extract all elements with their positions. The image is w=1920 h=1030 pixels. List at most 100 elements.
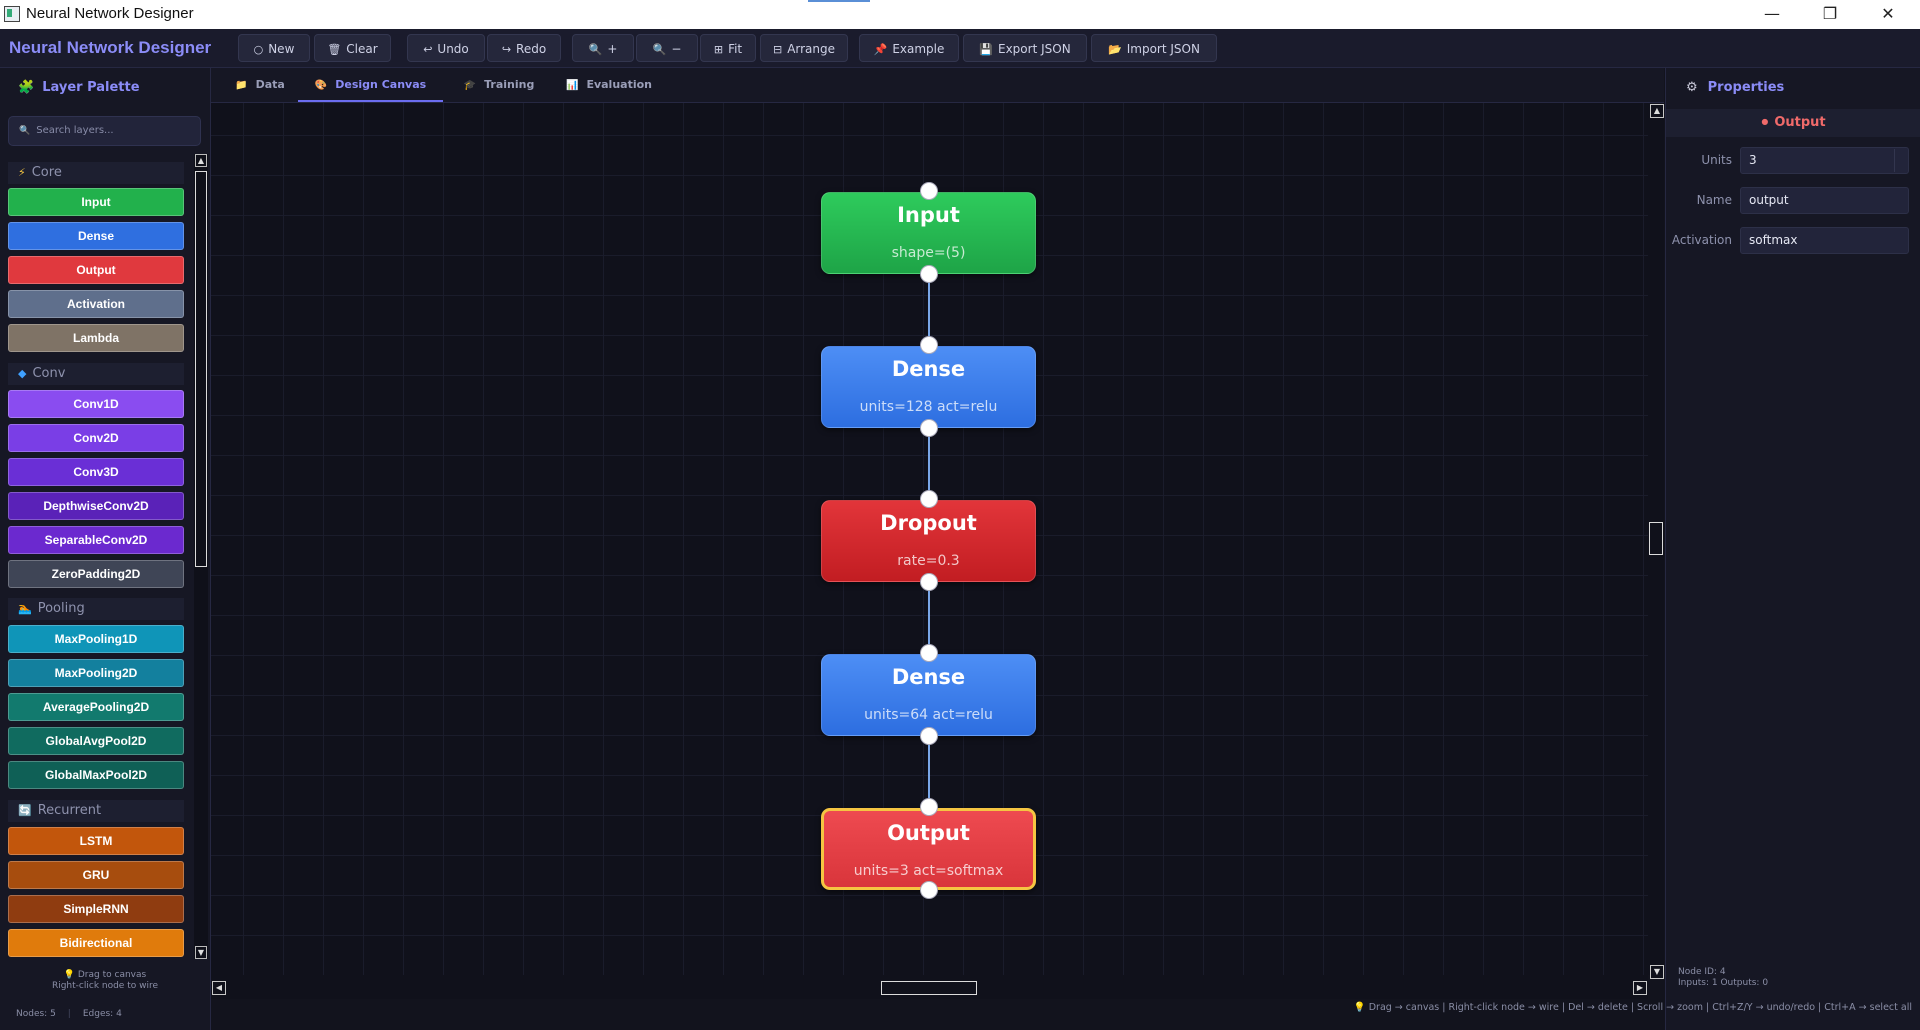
edge-dense-output[interactable] [928, 738, 930, 804]
close-button[interactable]: ✕ [1859, 0, 1917, 29]
example-button[interactable]: 📌 Example [859, 34, 959, 62]
edge-dense-dropout[interactable] [928, 430, 930, 496]
node-params: units=128 act=relu [859, 399, 998, 415]
node-params: shape=(5) [891, 245, 966, 261]
fit-icon: ⊞ [713, 43, 724, 56]
edge-dropout-dense[interactable] [928, 584, 930, 650]
tab-training[interactable]: 🎓 Training [455, 68, 543, 102]
input-port[interactable] [920, 798, 938, 816]
node-dense-1[interactable]: Dense units=128 act=relu [821, 346, 1036, 428]
layer-separableconv2d[interactable]: SeparableConv2D [8, 526, 184, 554]
node-dropout[interactable]: Dropout rate=0.3 [821, 500, 1036, 582]
layer-maxpooling1d[interactable]: MaxPooling1D [8, 625, 184, 653]
input-port[interactable] [920, 490, 938, 508]
node-id: Node ID: 4 [1678, 967, 1726, 977]
canvas-vscroll-thumb[interactable] [1649, 522, 1663, 555]
node-params: units=64 act=relu [864, 707, 993, 723]
bar-chart-icon: 📊 [565, 80, 579, 91]
layer-input[interactable]: Input [8, 188, 184, 216]
layer-conv2d[interactable]: Conv2D [8, 424, 184, 452]
status-text: Drag → canvas | Right-click node → wire … [1368, 1002, 1912, 1013]
node-info: Node ID: 4 Inputs: 1 Outputs: 0 [1678, 967, 1768, 989]
layer-globalmaxpool2d[interactable]: GlobalMaxPool2D [8, 761, 184, 789]
undo-button[interactable]: ↩ Undo [407, 34, 485, 62]
import-json-label: Import JSON [1126, 42, 1200, 56]
category-label: Core [31, 165, 62, 180]
category-pooling[interactable]: 🏊 Pooling [8, 598, 184, 620]
zoom-in-button[interactable]: 🔍 + [572, 34, 634, 62]
scroll-up-icon[interactable]: ▲ [195, 154, 207, 167]
node-input[interactable]: Input shape=(5) [821, 192, 1036, 274]
layer-lstm[interactable]: LSTM [8, 827, 184, 855]
undo-label: Undo [437, 42, 469, 56]
name-field[interactable]: output [1740, 187, 1909, 214]
category-label: Conv [32, 366, 66, 381]
layer-output[interactable]: Output [8, 256, 184, 284]
input-port[interactable] [920, 336, 938, 354]
new-button[interactable]: ○ New [238, 34, 310, 62]
node-dense-2[interactable]: Dense units=64 act=relu [821, 654, 1036, 736]
scroll-down-icon[interactable]: ▼ [195, 946, 207, 959]
category-core[interactable]: ⚡ Core [8, 162, 184, 184]
clear-button[interactable]: 🗑 Clear [314, 34, 391, 62]
arrange-button[interactable]: ⊟ Arrange [760, 34, 848, 62]
scroll-up-icon[interactable]: ▲ [1650, 104, 1664, 118]
layer-lambda[interactable]: Lambda [8, 324, 184, 352]
output-port[interactable] [920, 265, 938, 283]
layer-gru[interactable]: GRU [8, 861, 184, 889]
maximize-button[interactable]: ❐ [1801, 0, 1859, 29]
canvas-hscroll-thumb[interactable] [881, 981, 977, 995]
output-port[interactable] [920, 727, 938, 745]
titlebar-accent [808, 0, 870, 2]
spinner-icon[interactable] [1894, 149, 1907, 172]
palette-stats: Nodes: 5 | Edges: 4 [16, 1009, 122, 1019]
undo-icon: ↩ [423, 43, 433, 56]
export-json-button[interactable]: 💾 Export JSON [963, 34, 1087, 62]
layer-dense[interactable]: Dense [8, 222, 184, 250]
output-port[interactable] [920, 573, 938, 591]
output-port[interactable] [920, 419, 938, 437]
output-port[interactable] [920, 881, 938, 899]
layer-averagepooling2d[interactable]: AveragePooling2D [8, 693, 184, 721]
input-port[interactable] [920, 182, 938, 200]
swimmer-icon: 🏊 [18, 602, 32, 615]
layer-zeropadding2d[interactable]: ZeroPadding2D [8, 560, 184, 588]
redo-button[interactable]: ↪ Redo [487, 34, 561, 62]
scroll-right-icon[interactable]: ▶ [1633, 981, 1647, 995]
tab-evaluation[interactable]: 📊 Evaluation [559, 68, 659, 102]
scroll-down-icon[interactable]: ▼ [1650, 965, 1664, 979]
category-conv[interactable]: ◆ Conv [8, 363, 184, 385]
name-label: Name [1696, 193, 1732, 207]
layer-globalavgpool2d[interactable]: GlobalAvgPool2D [8, 727, 184, 755]
tab-design-canvas[interactable]: 🎨 Design Canvas [298, 68, 443, 102]
lightning-icon: ⚡ [18, 166, 26, 179]
zoom-out-button[interactable]: 🔍 − [636, 34, 698, 62]
search-input[interactable]: 🔍 Search layers... [8, 116, 201, 146]
palette-header: 🧩 Layer Palette [18, 80, 140, 95]
layer-bidirectional[interactable]: Bidirectional [8, 929, 184, 957]
layer-depthwiseconv2d[interactable]: DepthwiseConv2D [8, 492, 184, 520]
import-json-button[interactable]: 📂 Import JSON [1091, 34, 1217, 62]
palette-scroll-thumb[interactable] [195, 171, 207, 567]
selected-layer-name: Output [1774, 115, 1826, 130]
node-output[interactable]: Output units=3 act=softmax [821, 808, 1036, 890]
minimize-button[interactable]: — [1743, 0, 1801, 29]
input-port[interactable] [920, 644, 938, 662]
zoom-in-label: + [607, 42, 618, 56]
layer-maxpooling2d[interactable]: MaxPooling2D [8, 659, 184, 687]
layer-activation[interactable]: Activation [8, 290, 184, 318]
tab-label: Evaluation [586, 78, 652, 91]
edges-count: Edges: 4 [82, 1009, 122, 1019]
layer-conv3d[interactable]: Conv3D [8, 458, 184, 486]
fit-button[interactable]: ⊞ Fit [700, 34, 756, 62]
scroll-left-icon[interactable]: ◀ [212, 981, 226, 995]
units-label: Units [1701, 153, 1732, 167]
category-recurrent[interactable]: 🔄 Recurrent [8, 800, 184, 822]
layer-simplernn[interactable]: SimpleRNN [8, 895, 184, 923]
edge-input-dense[interactable] [928, 276, 930, 342]
palette-scrollbar[interactable]: ▲ ▼ [194, 154, 208, 959]
tab-data[interactable]: 📁 Data [229, 68, 291, 102]
activation-field[interactable]: softmax [1740, 227, 1909, 254]
units-spinbox[interactable]: 3 [1740, 147, 1909, 174]
layer-conv1d[interactable]: Conv1D [8, 390, 184, 418]
